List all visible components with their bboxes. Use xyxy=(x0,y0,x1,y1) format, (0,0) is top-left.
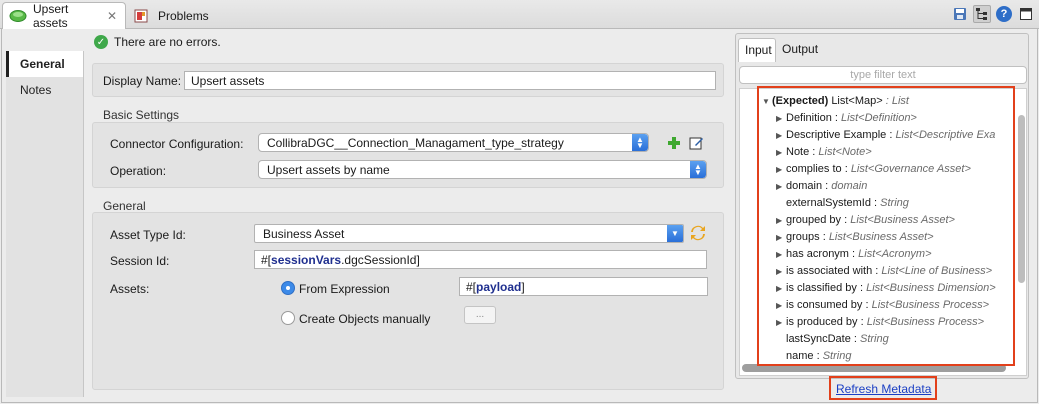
tab-label: Problems xyxy=(158,8,209,23)
edit-icon xyxy=(689,137,703,149)
asset-type-label: Asset Type Id: xyxy=(110,228,186,242)
expression-keyword: sessionVars xyxy=(271,253,342,267)
expression-prefix: #[ xyxy=(466,280,477,294)
operation-value: Upsert assets by name xyxy=(267,163,390,177)
operation-label: Operation: xyxy=(110,164,167,178)
expression-suffix: ] xyxy=(521,280,525,294)
edit-connector-button[interactable] xyxy=(688,135,704,151)
expression-keyword: payload xyxy=(476,280,522,294)
save-icon[interactable] xyxy=(951,5,969,23)
tab-upsert-assets[interactable]: Upsert assets ✕ xyxy=(2,2,126,30)
nav-item-notes[interactable]: Notes xyxy=(6,77,83,103)
validation-status: ✓ There are no errors. xyxy=(94,35,221,49)
refresh-asset-types-button[interactable] xyxy=(690,225,706,241)
display-name-label: Display Name: xyxy=(103,74,182,88)
connector-config-label: Connector Configuration: xyxy=(110,137,244,151)
session-id-label: Session Id: xyxy=(110,254,170,268)
mule-component-icon xyxy=(9,9,27,23)
expression-prefix: #[ xyxy=(261,253,272,267)
create-objects-manually-label[interactable]: Create Objects manually xyxy=(299,312,430,326)
assets-expression-input[interactable]: #[payload] xyxy=(459,277,708,296)
dropdown-arrows-icon: ▲ ▼ xyxy=(632,134,648,151)
tab-problems[interactable]: Problems xyxy=(128,2,238,29)
from-expression-radio[interactable] xyxy=(281,281,295,295)
asset-type-select[interactable]: Business Asset ▼ xyxy=(254,224,684,243)
general-section-title: General xyxy=(103,199,146,213)
expression-suffix: .dgcSessionId] xyxy=(341,253,420,267)
basic-settings-title: Basic Settings xyxy=(103,108,180,122)
tree-structure-icon[interactable] xyxy=(973,5,991,23)
check-circle-icon: ✓ xyxy=(94,35,108,49)
metadata-highlight-box xyxy=(757,86,1015,366)
display-name-input[interactable]: Upsert assets xyxy=(184,71,716,90)
vertical-scrollbar[interactable] xyxy=(1018,115,1025,283)
help-glyph: ? xyxy=(996,6,1012,22)
operation-select[interactable]: Upsert assets by name ▲ ▼ xyxy=(258,160,707,179)
chevron-down-icon: ▼ xyxy=(667,225,683,242)
problems-icon xyxy=(134,9,152,23)
connector-config-value: CollibraDGC__Connection_Managament_type_… xyxy=(267,136,564,150)
dropdown-arrows-icon: ▲ ▼ xyxy=(690,161,706,178)
session-id-input[interactable]: #[sessionVars.dgcSessionId] xyxy=(254,250,707,269)
tab-label: Upsert assets xyxy=(33,2,69,30)
section-nav: General Notes xyxy=(6,51,84,397)
connector-config-select[interactable]: CollibraDGC__Connection_Managament_type_… xyxy=(258,133,649,152)
help-icon[interactable]: ? xyxy=(995,5,1013,23)
plus-icon xyxy=(668,137,680,149)
maximize-icon[interactable] xyxy=(1017,5,1035,23)
refresh-metadata-link[interactable]: Refresh Metadata xyxy=(836,382,931,396)
add-connector-button[interactable] xyxy=(666,135,682,151)
from-expression-label[interactable]: From Expression xyxy=(299,282,390,296)
editor-toolbar: ? xyxy=(951,5,1035,23)
close-icon[interactable]: ✕ xyxy=(107,9,117,23)
manual-objects-button[interactable]: ... xyxy=(464,306,496,324)
metadata-filter-input[interactable]: type filter text xyxy=(739,66,1027,84)
status-text: There are no errors. xyxy=(114,35,221,49)
tab-output[interactable]: Output xyxy=(776,38,826,62)
sync-icon xyxy=(691,225,705,241)
create-objects-manually-radio[interactable] xyxy=(281,311,295,325)
tab-input[interactable]: Input xyxy=(738,38,776,62)
assets-label: Assets: xyxy=(110,282,150,296)
asset-type-value: Business Asset xyxy=(263,227,345,241)
nav-item-general[interactable]: General xyxy=(6,51,83,77)
editor-tab-bar: Upsert assets ✕ Problems ? xyxy=(0,0,1039,30)
